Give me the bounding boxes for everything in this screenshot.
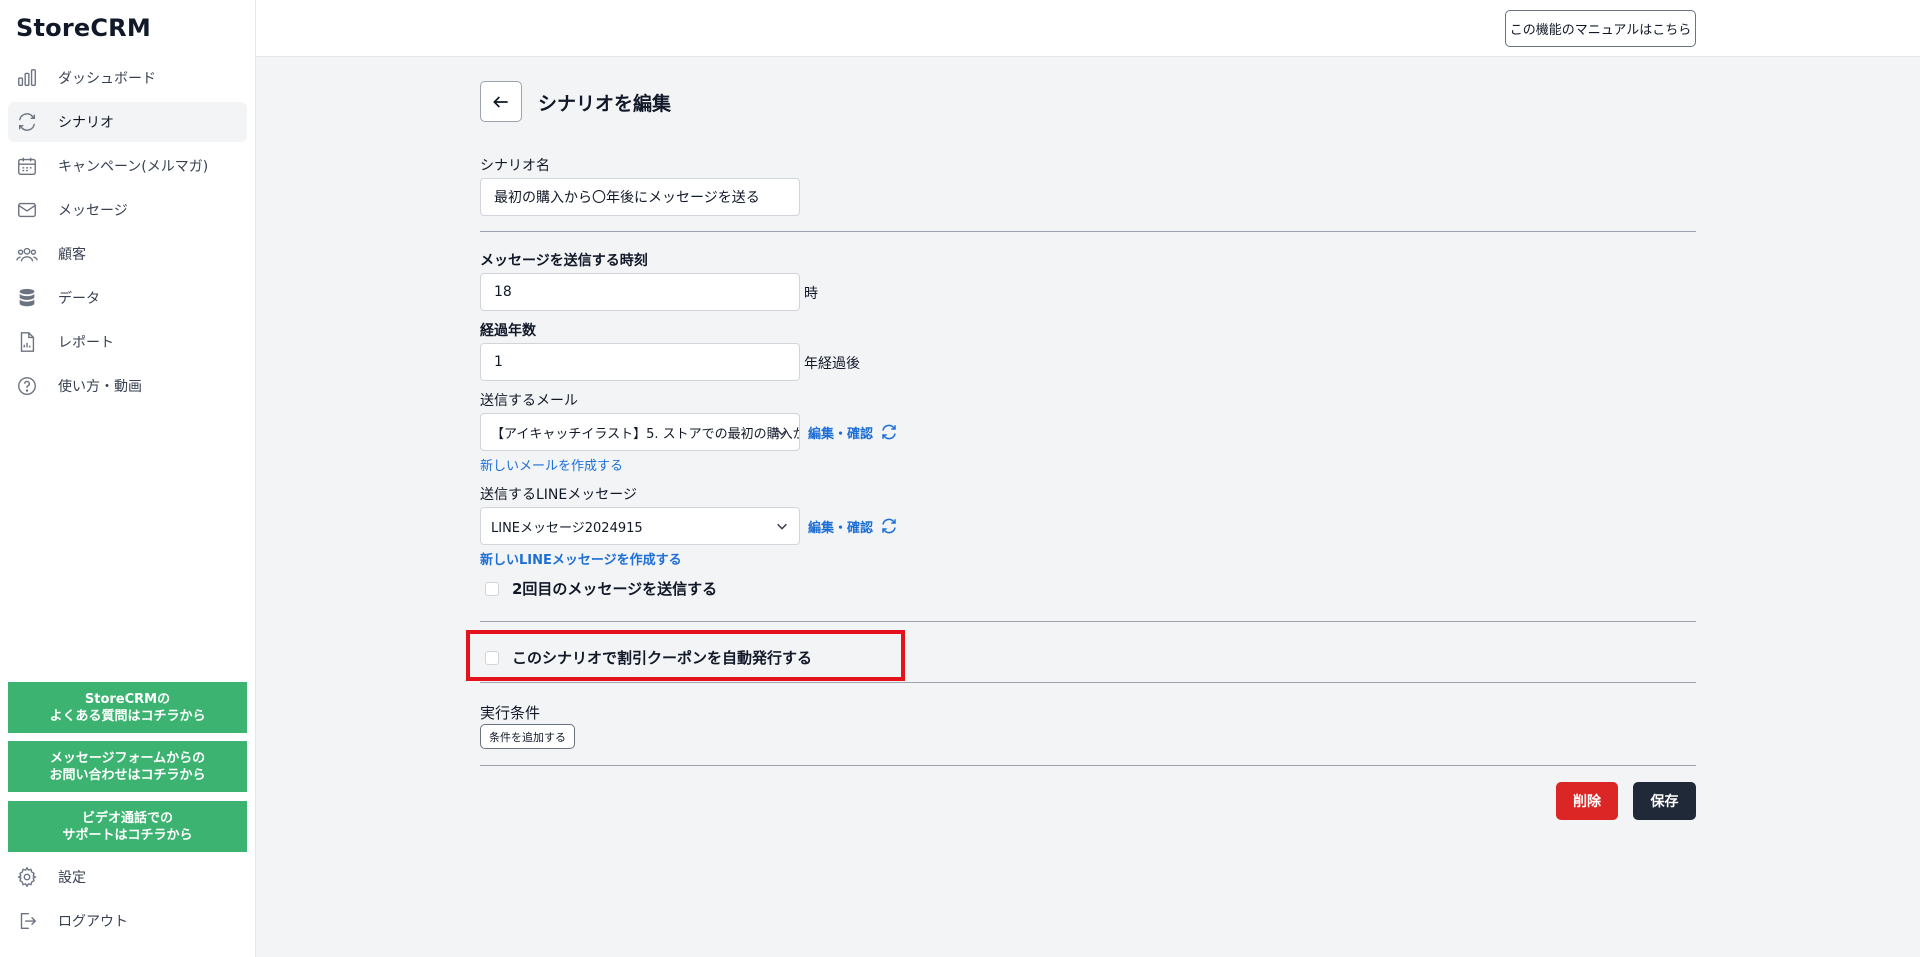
chevron-down-icon bbox=[775, 519, 789, 533]
send-time-label: メッセージを送信する時刻 bbox=[480, 253, 648, 269]
section-divider bbox=[480, 765, 1696, 766]
sidebar-item-settings[interactable]: 設定 bbox=[8, 857, 247, 897]
sidebar-item-data[interactable]: データ bbox=[8, 278, 247, 318]
help-icon bbox=[16, 375, 38, 397]
support-line: メッセージフォームからの bbox=[49, 750, 206, 766]
support-line: お問い合わせはコチラから bbox=[49, 767, 206, 783]
conditions-label: 実行条件 bbox=[480, 704, 541, 722]
sidebar-item-label: シナリオ bbox=[58, 115, 114, 131]
new-line-message-link[interactable]: 新しいLINEメッセージを作成する bbox=[480, 549, 682, 568]
sidebar: StoreCRM ダッシュボード シナリオ キャンペーン(メルマガ) メッセージ bbox=[0, 0, 256, 957]
sidebar-item-label: メッセージ bbox=[58, 203, 128, 219]
scenario-name-label: シナリオ名 bbox=[480, 158, 550, 174]
sidebar-nav: ダッシュボード シナリオ キャンペーン(メルマガ) メッセージ 顧客 データ レ… bbox=[8, 58, 247, 410]
manual-link-button[interactable]: この機能のマニュアルはこちら bbox=[1505, 10, 1696, 47]
mail-refresh-icon[interactable] bbox=[880, 423, 898, 441]
mail-select[interactable]: 【アイキャッチイラスト】5. ストアでの最初の購入から bbox=[480, 413, 800, 451]
calendar-icon bbox=[16, 155, 38, 177]
mail-label: 送信するメール bbox=[480, 393, 578, 409]
sidebar-item-label: 設定 bbox=[58, 870, 86, 886]
save-button[interactable]: 保存 bbox=[1633, 782, 1696, 820]
support-line: サポートはコチラから bbox=[62, 827, 193, 843]
sidebar-item-report[interactable]: レポート bbox=[8, 322, 247, 362]
sidebar-item-label: 顧客 bbox=[58, 247, 86, 263]
sidebar-item-label: キャンペーン(メルマガ) bbox=[58, 159, 209, 175]
sidebar-item-message[interactable]: メッセージ bbox=[8, 190, 247, 230]
delete-button[interactable]: 削除 bbox=[1556, 782, 1618, 820]
support-line: StoreCRMの bbox=[84, 691, 171, 707]
back-button[interactable] bbox=[480, 81, 522, 122]
support-line: ビデオ通話での bbox=[81, 810, 173, 826]
app-logo[interactable]: StoreCRM bbox=[16, 14, 151, 42]
section-divider bbox=[480, 231, 1696, 232]
top-header: この機能のマニュアルはこちら bbox=[256, 0, 1920, 57]
section-divider bbox=[480, 621, 1696, 622]
arrow-left-icon bbox=[493, 95, 508, 108]
years-label: 経過年数 bbox=[480, 323, 536, 339]
coupon-label: このシナリオで割引クーポンを自動発行する bbox=[512, 649, 813, 667]
sidebar-item-scenario[interactable]: シナリオ bbox=[8, 102, 247, 142]
sidebar-item-logout[interactable]: ログアウト bbox=[8, 901, 247, 941]
support-line: よくある質問はコチラから bbox=[49, 708, 206, 724]
sidebar-item-customers[interactable]: 顧客 bbox=[8, 234, 247, 274]
refresh-icon bbox=[16, 111, 38, 133]
logout-icon bbox=[16, 910, 38, 932]
message-form-support-button[interactable]: メッセージフォームからの お問い合わせはコチラから bbox=[8, 741, 247, 792]
mail-icon bbox=[16, 199, 38, 221]
years-suffix: 年経過後 bbox=[804, 356, 860, 372]
add-condition-button[interactable]: 条件を追加する bbox=[480, 724, 575, 749]
new-mail-link[interactable]: 新しいメールを作成する bbox=[480, 455, 623, 474]
sidebar-item-label: 使い方・動画 bbox=[58, 379, 142, 395]
mail-edit-confirm-link[interactable]: 編集・確認 bbox=[808, 423, 873, 442]
second-message-checkbox[interactable] bbox=[485, 581, 499, 596]
chevron-down-icon bbox=[775, 425, 789, 439]
sidebar-item-help[interactable]: 使い方・動画 bbox=[8, 366, 247, 406]
bar-chart-icon bbox=[16, 67, 38, 89]
faq-support-button[interactable]: StoreCRMの よくある質問はコチラから bbox=[8, 682, 247, 733]
years-input[interactable]: 1 bbox=[480, 343, 800, 381]
users-icon bbox=[16, 243, 38, 265]
second-message-label: 2回目のメッセージを送信する bbox=[512, 580, 718, 598]
sidebar-item-label: ログアウト bbox=[58, 914, 128, 930]
sidebar-item-label: レポート bbox=[58, 335, 114, 351]
page-title: シナリオを編集 bbox=[538, 93, 672, 115]
sidebar-item-campaign[interactable]: キャンペーン(メルマガ) bbox=[8, 146, 247, 186]
mail-select-value: 【アイキャッチイラスト】5. ストアでの最初の購入から bbox=[491, 426, 800, 442]
line-edit-confirm-link[interactable]: 編集・確認 bbox=[808, 517, 873, 536]
video-call-support-button[interactable]: ビデオ通話での サポートはコチラから bbox=[8, 801, 247, 852]
line-message-select[interactable]: LINEメッセージ2024915 bbox=[480, 507, 800, 545]
send-time-input[interactable]: 18 bbox=[480, 273, 800, 311]
line-refresh-icon[interactable] bbox=[880, 517, 898, 535]
line-message-select-value: LINEメッセージ2024915 bbox=[491, 520, 643, 536]
sidebar-item-label: データ bbox=[58, 291, 100, 307]
sidebar-item-label: ダッシュボード bbox=[58, 71, 156, 87]
coupon-checkbox-row[interactable]: このシナリオで割引クーポンを自動発行する bbox=[480, 647, 812, 668]
section-divider bbox=[480, 682, 1696, 683]
sidebar-bottom-nav: 設定 ログアウト bbox=[8, 857, 247, 945]
coupon-checkbox[interactable] bbox=[485, 650, 499, 665]
second-message-checkbox-row[interactable]: 2回目のメッセージを送信する bbox=[480, 578, 717, 599]
send-time-suffix: 時 bbox=[804, 286, 818, 302]
gear-icon bbox=[16, 866, 38, 888]
scenario-name-input[interactable]: 最初の購入から〇年後にメッセージを送る bbox=[480, 178, 800, 216]
sidebar-item-dashboard[interactable]: ダッシュボード bbox=[8, 58, 247, 98]
report-icon bbox=[16, 331, 38, 353]
line-message-label: 送信するLINEメッセージ bbox=[480, 487, 637, 503]
database-icon bbox=[16, 287, 38, 309]
